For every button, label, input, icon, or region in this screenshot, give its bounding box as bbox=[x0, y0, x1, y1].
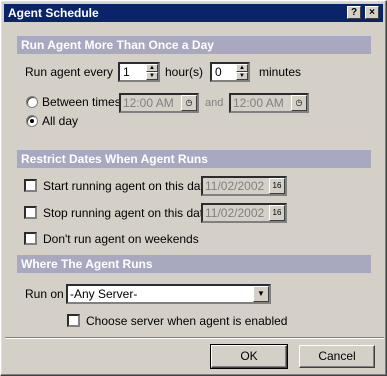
spin-down-icon[interactable]: ▼ bbox=[146, 72, 158, 80]
end-time-value: 12:00 AM bbox=[233, 96, 284, 110]
chevron-down-icon[interactable]: ▼ bbox=[253, 286, 269, 302]
hours-value: 1 bbox=[123, 65, 130, 79]
weekends-label[interactable]: Don't run agent on weekends bbox=[43, 232, 199, 246]
start-date-value: 11/02/2002 bbox=[205, 179, 265, 193]
weekends-checkbox[interactable] bbox=[24, 232, 37, 245]
between-times-radio[interactable] bbox=[26, 96, 38, 108]
radio-selected-dot bbox=[30, 119, 34, 123]
hours-spin-buttons: ▲ ▼ bbox=[146, 64, 158, 80]
run-on-value: -Any Server- bbox=[70, 287, 138, 301]
spin-up-icon[interactable]: ▲ bbox=[146, 64, 158, 72]
stop-date-field[interactable]: 11/02/2002 16 bbox=[201, 203, 287, 223]
stop-date-value: 11/02/2002 bbox=[205, 206, 265, 220]
section-restrict-header: Restrict Dates When Agent Runs bbox=[17, 150, 371, 168]
all-day-radio[interactable] bbox=[26, 115, 38, 127]
clock-icon[interactable]: ◷ bbox=[181, 95, 197, 111]
start-date-field[interactable]: 11/02/2002 16 bbox=[201, 176, 287, 196]
start-time-value: 12:00 AM bbox=[123, 96, 174, 110]
between-times-label[interactable]: Between times bbox=[42, 95, 121, 109]
help-button[interactable]: ? bbox=[347, 6, 361, 19]
run-on-label: Run on bbox=[25, 287, 64, 301]
minutes-value: 0 bbox=[215, 65, 222, 79]
cancel-button[interactable]: Cancel bbox=[299, 345, 375, 368]
section-run-more-label: Run Agent More Than Once a Day bbox=[21, 38, 214, 52]
hours-stepper[interactable]: 1 ▲ ▼ bbox=[118, 62, 160, 82]
run-every-label: Run agent every bbox=[25, 65, 114, 79]
start-date-label[interactable]: Start running agent on this date bbox=[43, 179, 210, 193]
and-label: and bbox=[205, 97, 224, 109]
stop-date-checkbox[interactable] bbox=[24, 206, 37, 219]
spin-up-icon[interactable]: ▲ bbox=[236, 64, 248, 72]
section-where-label: Where The Agent Runs bbox=[21, 257, 153, 271]
start-time-field[interactable]: 12:00 AM ◷ bbox=[119, 93, 199, 113]
section-restrict-label: Restrict Dates When Agent Runs bbox=[21, 152, 208, 166]
spin-down-icon[interactable]: ▼ bbox=[236, 72, 248, 80]
choose-server-label[interactable]: Choose server when agent is enabled bbox=[86, 314, 287, 328]
help-icon: ? bbox=[350, 7, 358, 18]
calendar-icon[interactable]: 16 bbox=[269, 178, 285, 194]
minutes-stepper[interactable]: 0 ▲ ▼ bbox=[210, 62, 250, 82]
choose-server-checkbox[interactable] bbox=[67, 314, 80, 327]
close-button[interactable]: × bbox=[365, 6, 379, 19]
section-where-header: Where The Agent Runs bbox=[17, 255, 371, 273]
window-title: Agent Schedule bbox=[8, 6, 99, 20]
ok-button[interactable]: OK bbox=[210, 344, 288, 369]
all-day-label[interactable]: All day bbox=[42, 114, 78, 128]
clock-icon[interactable]: ◷ bbox=[291, 95, 307, 111]
section-run-more-header: Run Agent More Than Once a Day bbox=[17, 36, 371, 54]
hours-label: hour(s) bbox=[165, 65, 204, 79]
close-icon: × bbox=[369, 7, 375, 18]
start-date-checkbox[interactable] bbox=[24, 179, 37, 192]
divider bbox=[5, 337, 384, 339]
title-bar: Agent Schedule ? × bbox=[4, 4, 383, 22]
agent-schedule-dialog: Agent Schedule ? × Run Agent More Than O… bbox=[0, 0, 387, 376]
run-on-select[interactable]: -Any Server- ▼ bbox=[66, 284, 271, 304]
end-time-field[interactable]: 12:00 AM ◷ bbox=[229, 93, 309, 113]
minutes-spin-buttons: ▲ ▼ bbox=[236, 64, 248, 80]
minutes-label: minutes bbox=[259, 65, 302, 79]
calendar-icon[interactable]: 16 bbox=[269, 205, 285, 221]
stop-date-label[interactable]: Stop running agent on this date bbox=[43, 206, 210, 220]
